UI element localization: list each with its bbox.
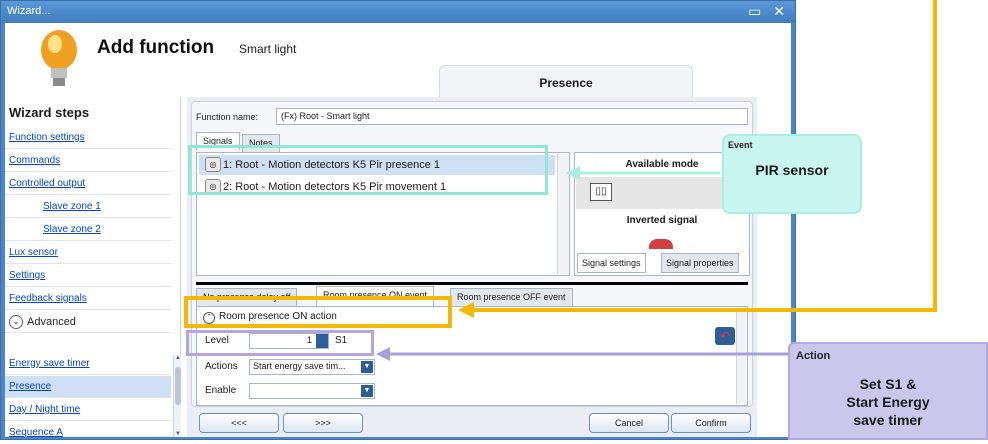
action-callout-line2: Start Energy xyxy=(846,394,930,410)
event-callout-tag: Event xyxy=(728,140,753,150)
action-callout-line3: save timer xyxy=(853,412,923,428)
action-callout-tag: Action xyxy=(796,350,831,362)
action-callout: Action Set S1 & Start Energy save timer xyxy=(788,342,988,440)
event-callout: Event PIR sensor xyxy=(722,134,862,214)
action-callout-line1: Set S1 & xyxy=(859,376,917,392)
event-callout-text: PIR sensor xyxy=(755,162,829,178)
